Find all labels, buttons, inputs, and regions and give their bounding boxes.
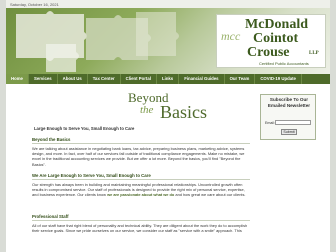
email-label: Email: (265, 121, 275, 125)
nav-item-tax-center[interactable]: Tax Center (88, 74, 121, 84)
section-text-emphasis: we are passionate about what we do (107, 192, 175, 198)
section-text: We are talking about assistance in negot… (32, 146, 245, 167)
section-professional-staff: Professional Staff All of our staff have… (32, 214, 250, 233)
nav-item-services[interactable]: Services (29, 74, 58, 84)
section-heading: Beyond the Basics (32, 137, 250, 144)
header-banner: McDonald mcc Cointot Crouse LLP Certifie… (6, 8, 330, 74)
logo-subtitle: Certified Public Accountants (259, 61, 309, 66)
company-logo[interactable]: McDonald mcc Cointot Crouse LLP Certifie… (216, 14, 326, 68)
beyond-basics-banner: Beyond the Basics (28, 88, 254, 124)
page: Saturday, October 16, 2021 McDonald mcc … (6, 0, 330, 252)
banner-the: the (140, 104, 154, 116)
logo-mcc-script: mcc (221, 29, 241, 43)
tagline: Large Enough to Serve You, Small Enough … (34, 126, 135, 131)
newsletter-signup: Subscribe To Our Emailed Newsletter Emai… (260, 94, 316, 140)
section-text: Our strength has always been in building… (32, 182, 250, 198)
newsletter-title: Subscribe To Our Emailed Newsletter (267, 97, 311, 108)
date-text: Saturday, October 16, 2021 (10, 2, 59, 7)
main-nav: Home Services About Us Tax Center Client… (6, 74, 330, 84)
section-beyond-basics: Beyond the Basics We are talking about a… (32, 137, 250, 167)
logo-suffix: LLP (309, 51, 319, 56)
nav-item-home[interactable]: Home (6, 74, 29, 84)
nav-item-client-portal[interactable]: Client Portal (121, 74, 157, 84)
puzzle-graphic (16, 11, 179, 72)
nav-item-financial-guides[interactable]: Financial Guides (179, 74, 225, 84)
section-large-enough: We Are Large Enough to Serve You, Small … (32, 173, 250, 198)
top-bar: Saturday, October 16, 2021 (6, 0, 330, 8)
section-heading: Professional Staff (32, 214, 250, 221)
nav-item-our-team[interactable]: Our Team (225, 74, 256, 84)
nav-item-covid-update[interactable]: COVID-19 Update (255, 74, 302, 84)
section-text: All of our staff have that right blend o… (32, 223, 248, 234)
banner-basics: Basics (160, 102, 207, 122)
submit-button[interactable]: Submit (281, 129, 297, 135)
section-text-after: and how great we care about our clients. (175, 192, 246, 198)
logo-line-3: Crouse (247, 45, 290, 60)
nav-item-links[interactable]: Links (157, 74, 180, 84)
nav-item-about-us[interactable]: About Us (58, 74, 88, 84)
email-field[interactable] (275, 120, 311, 125)
section-heading: We Are Large Enough to Serve You, Small … (32, 173, 250, 180)
